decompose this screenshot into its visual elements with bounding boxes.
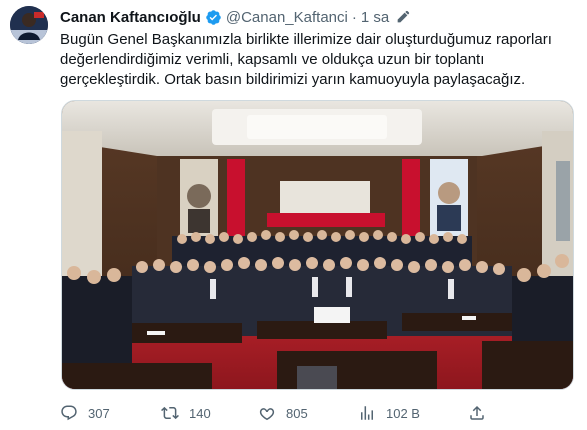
tweet-photo[interactable] xyxy=(61,100,574,390)
tweet-actions: 307 140 805 102 B xyxy=(60,402,580,424)
reply-count: 307 xyxy=(88,405,110,421)
avatar-icon xyxy=(10,6,48,44)
verified-badge-icon xyxy=(205,9,222,26)
separator: · xyxy=(351,8,357,26)
author-name[interactable]: Canan Kaftancıoğlu xyxy=(60,9,201,26)
retweet-button[interactable]: 140 xyxy=(161,402,211,424)
retweet-count: 140 xyxy=(189,405,211,421)
reply-button[interactable]: 307 xyxy=(60,402,110,424)
bar-chart-icon xyxy=(361,406,373,420)
timestamp[interactable]: 1 sa xyxy=(361,9,389,26)
heart-icon xyxy=(259,408,275,421)
tweet: Canan Kaftancıoğlu @Canan_Kaftanci · 1 s… xyxy=(0,0,587,430)
like-count: 805 xyxy=(286,405,308,421)
avatar[interactable] xyxy=(10,6,48,44)
share-button[interactable] xyxy=(468,402,486,424)
views-button[interactable]: 102 B xyxy=(358,402,420,424)
share-icon xyxy=(470,405,484,420)
retweet-icon xyxy=(161,406,179,420)
meeting-photo-image xyxy=(62,101,573,389)
author-handle[interactable]: @Canan_Kaftanci xyxy=(226,9,348,26)
tweet-text: Bugün Genel Başkanımızla birlikte illeri… xyxy=(60,31,552,88)
like-button[interactable]: 805 xyxy=(258,402,308,424)
views-count: 102 B xyxy=(386,405,420,421)
tweet-header: Canan Kaftancıoğlu @Canan_Kaftanci · 1 s… xyxy=(60,7,411,27)
reply-icon xyxy=(61,405,77,421)
edit-icon[interactable] xyxy=(395,9,411,25)
